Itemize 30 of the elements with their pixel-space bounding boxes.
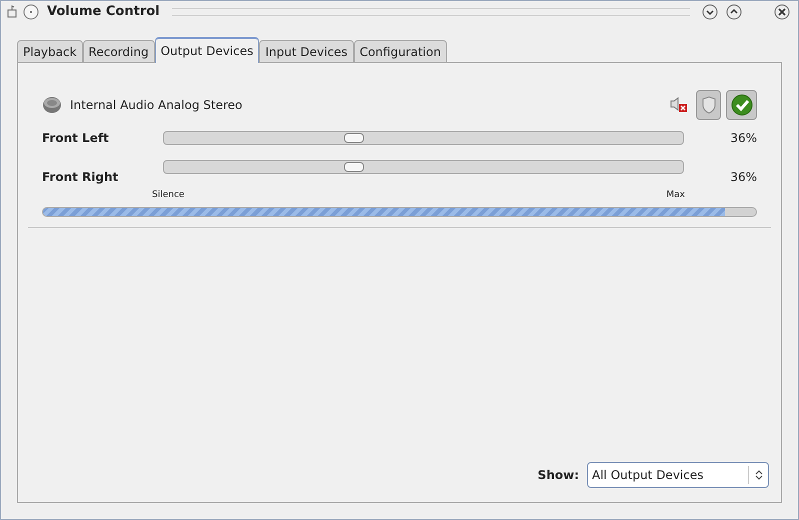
close-icon[interactable]	[774, 4, 790, 20]
speaker-icon	[42, 95, 62, 115]
lock-channels-button[interactable]	[726, 90, 757, 120]
spinner-arrows-icon	[754, 469, 762, 481]
tab[interactable]: Playback	[17, 40, 83, 63]
check-icon	[730, 94, 752, 116]
device-name: Internal Audio Analog Stereo	[70, 97, 242, 114]
channel-name: Front Right	[42, 169, 120, 186]
show-label: Show:	[538, 467, 579, 484]
slider-thumb[interactable]	[344, 162, 364, 172]
shield-icon	[700, 96, 716, 114]
scale-label: Max	[666, 189, 685, 202]
minimize-icon[interactable]	[702, 4, 718, 20]
volume-slider[interactable]	[163, 160, 684, 174]
tab[interactable]: Configuration	[354, 40, 447, 63]
maximize-icon[interactable]	[726, 4, 742, 20]
channel-name: Front Left	[42, 130, 110, 147]
menu-icon[interactable]	[23, 4, 39, 20]
tab[interactable]: Recording	[82, 40, 155, 63]
slider-thumb[interactable]	[344, 133, 364, 143]
tab[interactable]: Output Devices	[154, 37, 260, 63]
volume-slider[interactable]	[163, 131, 684, 145]
scale-label: Silence	[152, 189, 184, 202]
tab[interactable]: Input Devices	[259, 40, 354, 63]
app-icon	[5, 5, 19, 19]
volume-percent: 36%	[729, 169, 757, 186]
window-title: Volume Control	[47, 3, 160, 22]
mute-button[interactable]	[696, 90, 721, 120]
show-dropdown[interactable]: All Output Devices	[587, 462, 769, 488]
volume-percent: 36%	[729, 130, 757, 147]
